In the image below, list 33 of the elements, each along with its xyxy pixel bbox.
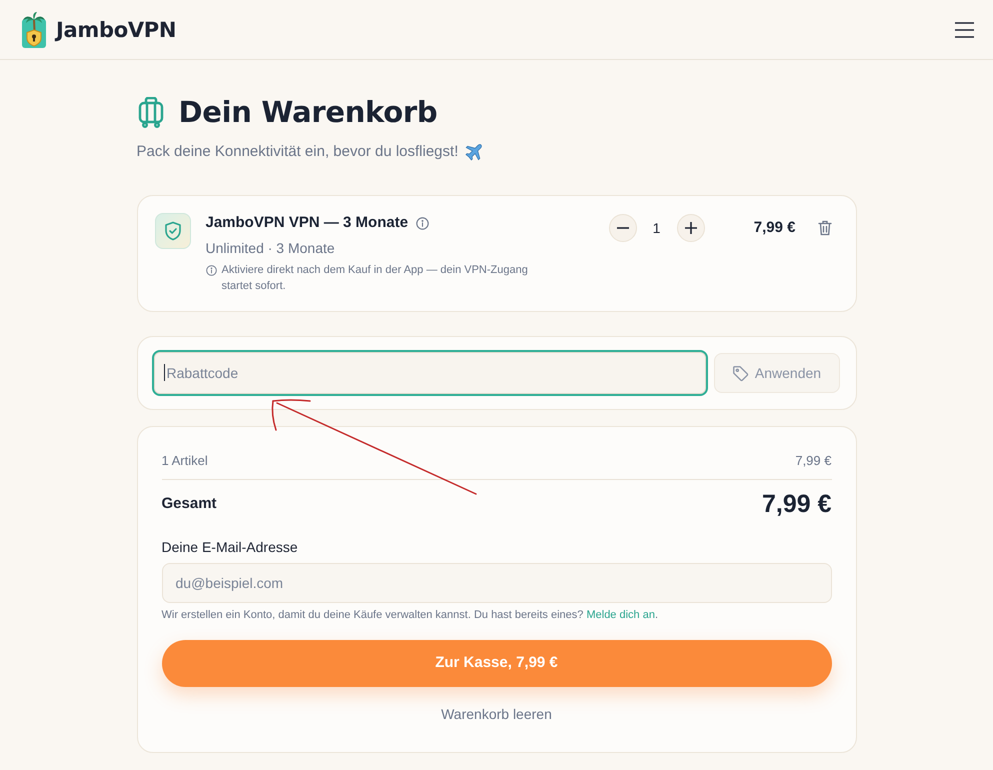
minus-icon	[616, 227, 628, 229]
shield-icon	[154, 213, 190, 249]
coupon-field[interactable]: Rabattcode	[152, 350, 708, 396]
items-subtotal: 7,99 €	[795, 452, 832, 470]
item-price: 7,99 €	[752, 218, 796, 238]
suitcase-icon	[136, 96, 164, 128]
account-hint: Wir erstellen ein Konto, damit du deine Käufe verwalten kannst. Du hast bereits eines? Melde dich an.	[162, 608, 660, 623]
total-label: Gesamt	[162, 494, 217, 514]
product-details: Unlimited · 3 Monate	[206, 239, 335, 258]
increase-button[interactable]	[676, 214, 704, 242]
page-subtitle: Pack deine Konnektivität ein, bevor du losfliegst!	[136, 142, 458, 162]
plus-icon	[684, 222, 696, 234]
decrease-button[interactable]	[608, 214, 636, 242]
logo-icon	[22, 12, 46, 48]
checkout-button[interactable]: Zur Kasse, 7,99 €	[162, 640, 832, 687]
tag-icon	[732, 364, 749, 382]
login-link[interactable]: Melde dich an	[586, 609, 655, 621]
quantity: 1	[652, 218, 662, 238]
activation-note: Aktiviere direkt nach dem Kauf in der App — dein VPN-Zugang startet sofort.	[222, 263, 529, 294]
email-field[interactable]: du@beispiel.com	[162, 563, 832, 603]
page-title: Dein Warenkorb	[178, 94, 438, 131]
trash-icon	[818, 220, 832, 236]
info-icon	[206, 265, 216, 276]
brand-name: JamboVPN	[56, 16, 176, 44]
product-name: JamboVPN VPN — 3 Monate	[206, 213, 408, 233]
menu-icon	[954, 22, 974, 38]
email-label: Deine E-Mail-Adresse	[162, 538, 298, 557]
info-icon	[416, 216, 430, 230]
items-count: 1 Artikel	[162, 452, 208, 470]
clear-cart-link[interactable]: Warenkorb leeren	[441, 704, 552, 724]
text-cursor	[164, 364, 165, 381]
airplane-icon	[464, 142, 484, 162]
total-amount: 7,99 €	[762, 490, 832, 518]
